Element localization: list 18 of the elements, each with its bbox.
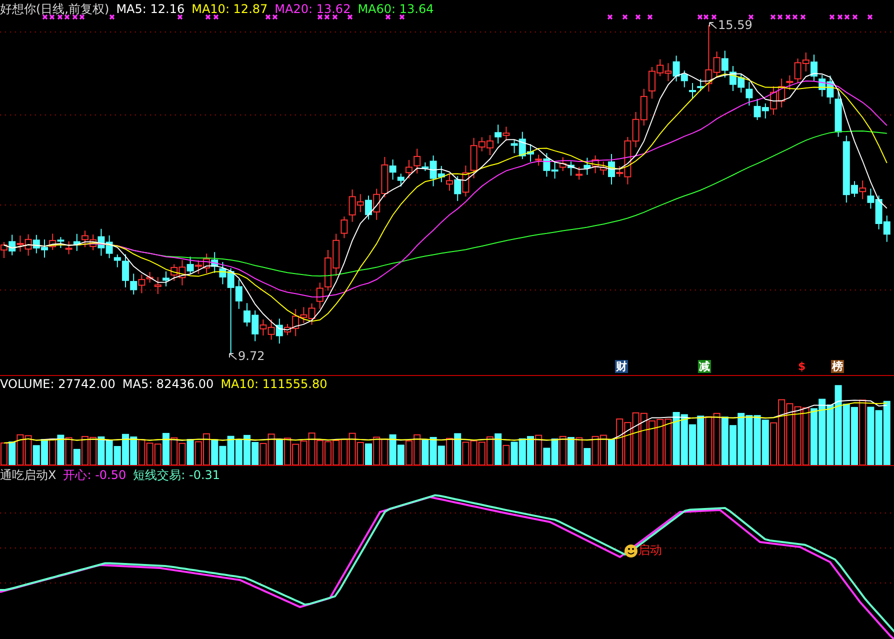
price-label: 15.59 (718, 18, 752, 32)
legend-value: MA60: 13.64 (358, 2, 434, 16)
legend-value: 开心: -0.50 (63, 467, 126, 484)
signal-label: 启动 (638, 542, 662, 559)
price-label: 9.72 (238, 349, 265, 363)
legend-value: MA5: 12.16 (116, 2, 185, 16)
indicator-title: 通吃启动X (0, 467, 56, 484)
event-badge: 榜 (831, 360, 844, 373)
event-symbol-label: $ (797, 360, 807, 373)
legend-value: VOLUME: 27742.00 (0, 377, 116, 391)
legend-value: 短线交易: -0.31 (133, 467, 220, 484)
event-badge: 财 (615, 360, 628, 373)
legend-value: MA5: 82436.00 (122, 377, 214, 391)
event-badge: 减 (698, 360, 711, 373)
chart-title: 好想你(日线,前复权) (0, 1, 110, 18)
legend-value: MA20: 13.62 (274, 2, 351, 16)
legend-value: MA10: 12.87 (192, 2, 268, 16)
legend-value: MA10: 111555.80 (220, 377, 328, 391)
